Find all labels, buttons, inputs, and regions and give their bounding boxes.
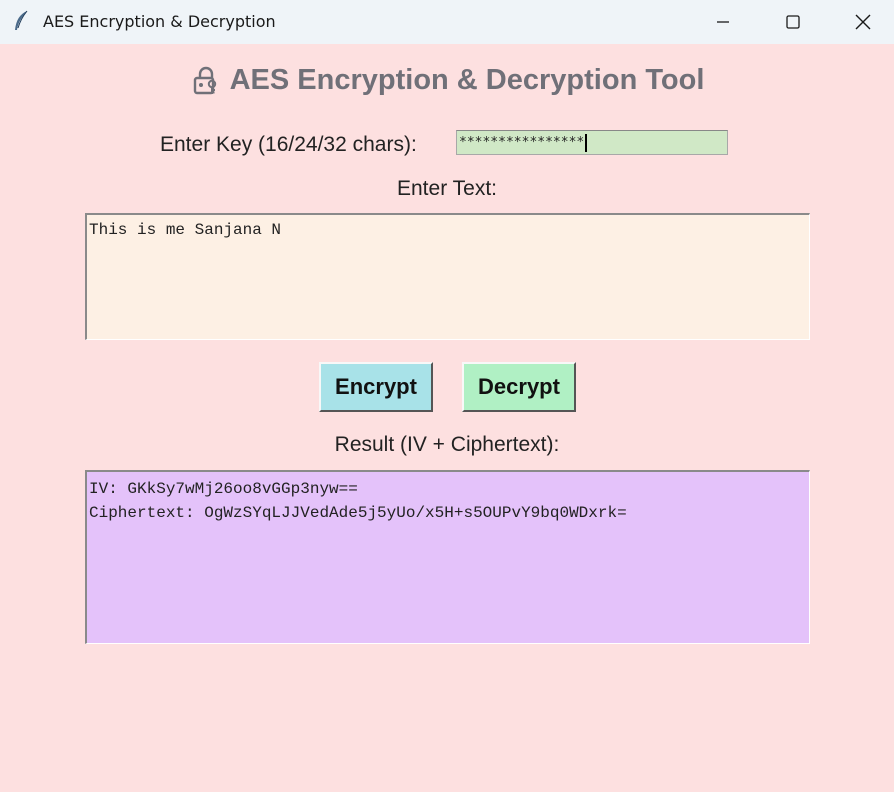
app-heading: AES Encryption & Decryption Tool: [0, 64, 894, 97]
maximize-icon: [786, 15, 800, 29]
minimize-button[interactable]: [688, 0, 758, 44]
result-label: Result (IV + Ciphertext):: [334, 433, 560, 456]
close-button[interactable]: [828, 0, 894, 44]
minimize-icon: [717, 21, 729, 23]
key-field[interactable]: ****************: [456, 130, 728, 155]
text-label: Enter Text:: [397, 177, 497, 200]
feather-icon: [15, 10, 28, 30]
close-icon: [855, 14, 871, 30]
key-masked-value: ****************: [459, 135, 585, 150]
result-textarea[interactable]: IV: GKkSy7wMj26oo8vGGp3nyw== Ciphertext:…: [85, 470, 810, 644]
app-window: AES Encryption & Decryption AES Encrypti…: [0, 0, 894, 792]
title-bar: AES Encryption & Decryption: [0, 0, 894, 44]
result-ciphertext-line: Ciphertext: OgWzSYqLJJVedAde5j5yUo/x5H+s…: [89, 504, 627, 522]
maximize-button[interactable]: [758, 0, 828, 44]
window-title: AES Encryption & Decryption: [43, 12, 276, 31]
text-cursor: [585, 133, 588, 152]
page-title: AES Encryption & Decryption Tool: [229, 64, 705, 96]
plaintext-textarea[interactable]: This is me Sanjana N: [85, 213, 810, 340]
lock-key-icon: [193, 66, 216, 94]
key-label: Enter Key (16/24/32 chars):: [160, 133, 417, 156]
decrypt-button[interactable]: Decrypt: [462, 362, 576, 412]
result-iv-line: IV: GKkSy7wMj26oo8vGGp3nyw==: [89, 480, 358, 498]
encrypt-button[interactable]: Encrypt: [319, 362, 433, 412]
